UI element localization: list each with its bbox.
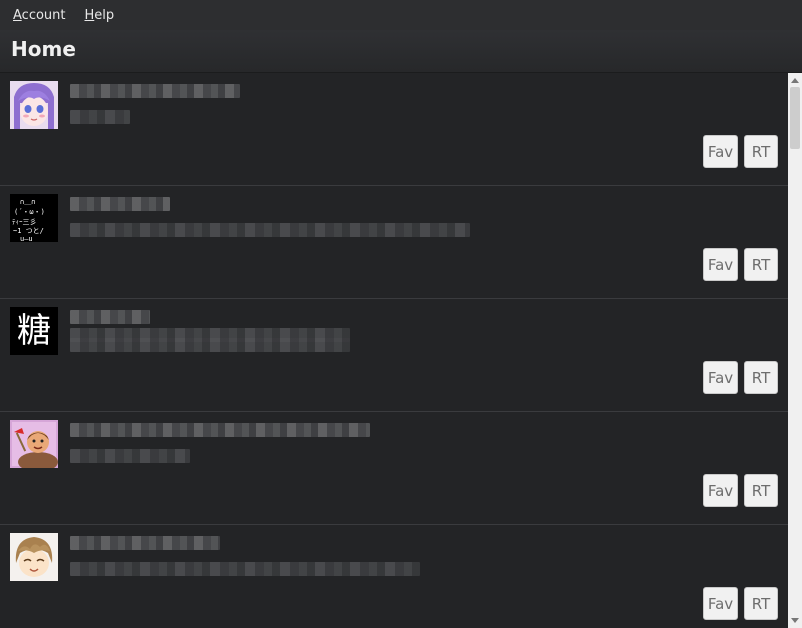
user-name-redacted: [70, 423, 370, 437]
user-name-redacted: [70, 197, 170, 211]
svg-text:u―u: u―u: [20, 235, 33, 242]
tweet-item: 糖 Fav RT: [0, 299, 788, 412]
retweet-button[interactable]: RT: [744, 248, 778, 281]
tweet-text-redacted: [70, 110, 130, 124]
fav-button[interactable]: Fav: [703, 587, 738, 620]
fav-button[interactable]: Fav: [703, 248, 738, 281]
tweet-item: Fav RT: [0, 525, 788, 628]
retweet-button[interactable]: RT: [744, 474, 778, 507]
menu-account[interactable]: Account: [13, 8, 66, 23]
svg-text:(´・ω・): (´・ω・): [14, 208, 45, 216]
user-name-redacted: [70, 84, 240, 98]
user-name-redacted: [70, 310, 150, 324]
timeline-feed: Fav RT ∩＿∩ (´・ω・) ﾃｨｰ三彡 ~1 つと/ u―u Fav R…: [0, 73, 788, 628]
menu-help[interactable]: Help: [85, 8, 115, 23]
retweet-button[interactable]: RT: [744, 361, 778, 394]
avatar[interactable]: [10, 81, 58, 129]
fav-button[interactable]: Fav: [703, 135, 738, 168]
anime-girl-avatar-icon: [10, 81, 58, 129]
menu-bar: Account Help: [0, 0, 802, 30]
retweet-button[interactable]: RT: [744, 587, 778, 620]
tweet-item: Fav RT: [0, 412, 788, 525]
kanji-avatar-text: 糖: [17, 311, 51, 351]
avatar[interactable]: [10, 420, 58, 468]
fav-button[interactable]: Fav: [703, 474, 738, 507]
page-title: Home: [11, 37, 76, 61]
vertical-scrollbar[interactable]: [788, 73, 802, 628]
scroll-down-arrow-icon[interactable]: [788, 614, 802, 628]
svg-text:∩＿∩: ∩＿∩: [20, 198, 35, 206]
retweet-button[interactable]: RT: [744, 135, 778, 168]
smiling-person-avatar-icon: [10, 533, 58, 581]
tweet-item: Fav RT: [0, 73, 788, 186]
fav-button[interactable]: Fav: [703, 361, 738, 394]
svg-text:~1 つと/: ~1 つと/: [13, 227, 44, 235]
user-name-redacted: [70, 536, 220, 550]
svg-text:ﾃｨｰ三彡: ﾃｨｰ三彡: [12, 218, 37, 226]
ascii-art-avatar-icon: ∩＿∩ (´・ω・) ﾃｨｰ三彡 ~1 つと/ u―u: [10, 194, 58, 242]
title-bar: Home: [0, 30, 802, 73]
tweet-text-redacted: [70, 562, 420, 576]
avatar[interactable]: [10, 533, 58, 581]
tweet-item: ∩＿∩ (´・ω・) ﾃｨｰ三彡 ~1 つと/ u―u Fav RT: [0, 186, 788, 299]
tweet-text-redacted: [70, 449, 190, 463]
avatar[interactable]: ∩＿∩ (´・ω・) ﾃｨｰ三彡 ~1 つと/ u―u: [10, 194, 58, 242]
tweet-text-redacted: [70, 223, 470, 237]
scroll-up-arrow-icon[interactable]: [788, 73, 802, 87]
scrollbar-thumb[interactable]: [790, 87, 800, 149]
avatar[interactable]: 糖: [10, 307, 58, 355]
cartoon-man-avatar-icon: [10, 420, 58, 468]
tweet-text-redacted: [70, 338, 350, 352]
